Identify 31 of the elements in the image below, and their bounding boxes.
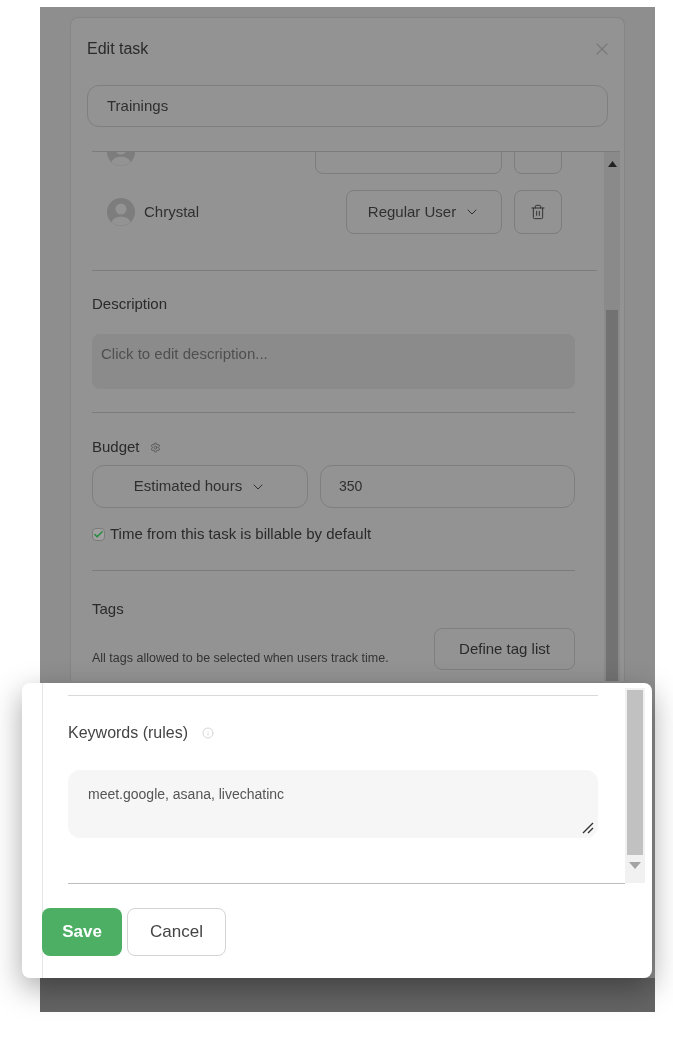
description-label: Description: [92, 295, 169, 313]
gear-icon[interactable]: [149, 441, 161, 453]
tags-hint: All tags allowed to be selected when users track time.: [92, 650, 390, 667]
role-dropdown[interactable]: Regular User: [346, 190, 502, 234]
billable-checkbox[interactable]: [92, 527, 105, 541]
scrollbar-thumb[interactable]: [606, 310, 618, 681]
resize-handle-icon[interactable]: [582, 822, 594, 834]
budget-type-dropdown[interactable]: Estimated hours: [92, 465, 308, 508]
scroll-down-icon[interactable]: [629, 862, 641, 869]
budget-value-field[interactable]: 350: [320, 465, 575, 508]
keywords-value: meet.google, asana, livechatinc: [88, 786, 285, 802]
keywords-field[interactable]: meet.google, asana, livechatinc: [68, 770, 598, 838]
dialog-title: Edit task: [87, 39, 149, 59]
cancel-button[interactable]: Cancel: [127, 908, 226, 956]
description-field[interactable]: Click to edit description...: [92, 334, 575, 389]
scrollbar[interactable]: [604, 152, 620, 681]
billable-label: Time from this task is billable by default: [110, 523, 372, 544]
check-icon: [93, 528, 104, 540]
scrollbar-thumb[interactable]: [627, 690, 643, 855]
scrollbar[interactable]: [625, 688, 645, 883]
member-name: Chrystal: [144, 201, 199, 222]
task-name-field[interactable]: Trainings: [87, 85, 608, 127]
tags-label: Tags: [92, 600, 125, 618]
trash-icon: [530, 204, 546, 220]
info-icon[interactable]: [202, 727, 215, 739]
budget-label: Budget: [92, 436, 140, 457]
define-tag-list-button[interactable]: Define tag list: [434, 628, 575, 670]
keywords-label: Keywords (rules): [68, 723, 189, 743]
scroll-up-icon[interactable]: [607, 161, 617, 167]
delete-button[interactable]: [514, 190, 562, 234]
save-button[interactable]: Save: [42, 908, 122, 956]
